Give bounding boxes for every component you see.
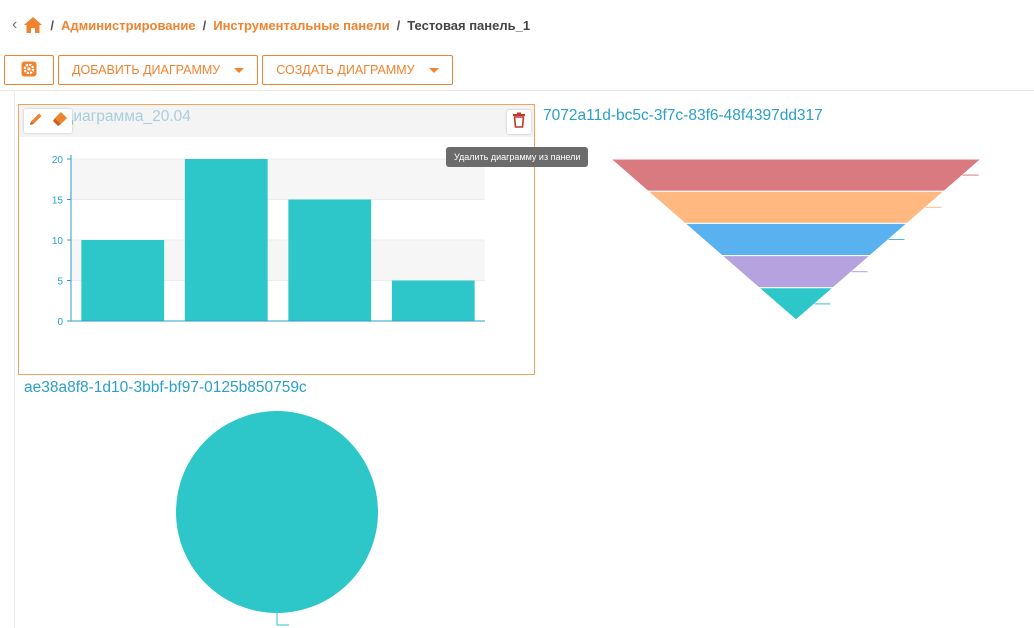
caret-down-icon bbox=[234, 67, 245, 73]
caret-down-icon bbox=[428, 67, 439, 73]
funnel-segment bbox=[646, 190, 946, 224]
chart-title-pie[interactable]: ae38a8f8-1d10-3bbf-bf97-0125b850759c bbox=[24, 379, 307, 397]
pie-slice bbox=[176, 411, 378, 613]
settings-icon bbox=[21, 61, 37, 80]
breadcrumb-link-dashboards[interactable]: Инструментальные панели bbox=[213, 18, 389, 33]
add-chart-button[interactable]: ДОБАВИТЬ ДИАГРАММУ bbox=[58, 55, 259, 85]
funnel-chart bbox=[609, 158, 983, 321]
create-chart-label: СОЗДАТЬ ДИАГРАММУ bbox=[276, 63, 415, 77]
pie-chart bbox=[176, 411, 378, 626]
breadcrumb-link-administration[interactable]: Администрирование bbox=[61, 18, 196, 33]
bar bbox=[184, 159, 268, 321]
grid-band bbox=[71, 199, 485, 240]
toolbar: ДОБАВИТЬ ДИАГРАММУ СОЗДАТЬ ДИАГРАММУ bbox=[4, 55, 453, 85]
chart-panel-bar[interactable]: ая диаграмма_20.04 0 5 10 15 20 bbox=[18, 104, 535, 375]
funnel-segment bbox=[609, 158, 983, 192]
funnel-segment bbox=[720, 255, 872, 289]
bar bbox=[391, 280, 475, 321]
divider bbox=[0, 90, 1034, 91]
back-chevron-icon[interactable]: ‹ bbox=[12, 16, 17, 34]
y-tick-label: 20 bbox=[52, 155, 64, 166]
pie-label-line bbox=[276, 613, 289, 626]
breadcrumb-separator: / bbox=[396, 17, 401, 33]
bar bbox=[288, 199, 372, 321]
chart-title-funnel[interactable]: 7072a11d-bc5c-3f7c-83f6-48f4397dd317 bbox=[543, 107, 823, 125]
funnel-segment bbox=[683, 222, 909, 257]
y-tick-label: 10 bbox=[52, 236, 64, 247]
breadcrumb: ‹ / Администрирование / Инструментальные… bbox=[12, 14, 530, 36]
y-tick-label: 0 bbox=[57, 317, 63, 328]
bar bbox=[81, 240, 165, 321]
grid-band bbox=[71, 159, 485, 200]
breadcrumb-separator: / bbox=[50, 17, 54, 33]
delete-tooltip: Удалить диаграмму из панели bbox=[446, 147, 589, 167]
bar-chart: 0 5 10 15 20 bbox=[52, 155, 485, 328]
breadcrumb-current: Тестовая панель_1 bbox=[407, 17, 531, 33]
home-icon[interactable] bbox=[23, 16, 43, 34]
breadcrumb-separator: / bbox=[202, 17, 207, 33]
y-tick-label: 5 bbox=[57, 277, 63, 288]
add-chart-label: ДОБАВИТЬ ДИАГРАММУ bbox=[72, 63, 221, 77]
y-tick-label: 15 bbox=[52, 196, 64, 207]
create-chart-button[interactable]: СОЗДАТЬ ДИАГРАММУ bbox=[262, 55, 453, 85]
settings-button[interactable] bbox=[4, 55, 54, 85]
divider bbox=[14, 90, 15, 628]
